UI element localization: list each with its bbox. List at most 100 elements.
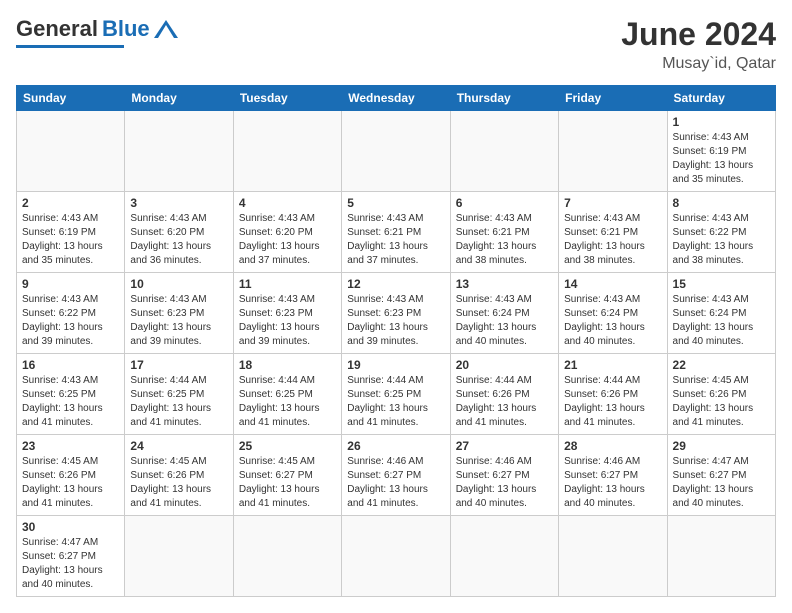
logo-general: General — [16, 16, 98, 42]
calendar-cell: 29 Sunrise: 4:47 AM Sunset: 6:27 PM Dayli… — [667, 435, 775, 516]
day-info: Sunrise: 4:46 AM Sunset: 6:27 PM Dayligh… — [347, 455, 444, 511]
day-info: Sunrise: 4:43 AM Sunset: 6:24 PM Dayligh… — [564, 293, 661, 349]
week-row-5: 23 Sunrise: 4:45 AM Sunset: 6:26 PM Dayli… — [17, 435, 776, 516]
day-number: 20 — [456, 358, 553, 372]
calendar-cell: 8Sunrise: 4:43 AM Sunset: 6:22 PM Daylig… — [667, 192, 775, 273]
calendar-cell: 2 Sunrise: 4:43 AM Sunset: 6:19 PM Daylig… — [17, 192, 125, 273]
day-info: Sunrise: 4:46 AM Sunset: 6:27 PM Dayligh… — [564, 455, 661, 511]
day-info: Sunrise: 4:43 AM Sunset: 6:21 PM Dayligh… — [347, 212, 444, 268]
week-row-6: 30 Sunrise: 4:47 AM Sunset: 6:27 PM Dayli… — [17, 516, 776, 597]
calendar-cell — [125, 516, 233, 597]
day-number: 10 — [130, 277, 227, 291]
day-info: Sunrise: 4:43 AM Sunset: 6:21 PM Dayligh… — [456, 212, 553, 268]
calendar-cell — [342, 516, 450, 597]
calendar-cell: 13Sunrise: 4:43 AM Sunset: 6:24 PM Dayli… — [450, 273, 558, 354]
day-number: 22 — [673, 358, 770, 372]
day-info: Sunrise: 4:45 AM Sunset: 6:26 PM Dayligh… — [22, 455, 119, 511]
day-info: Sunrise: 4:45 AM Sunset: 6:27 PM Dayligh… — [239, 455, 336, 511]
calendar-cell: 5Sunrise: 4:43 AM Sunset: 6:21 PM Daylig… — [342, 192, 450, 273]
weekday-friday: Friday — [559, 86, 667, 111]
day-info: Sunrise: 4:43 AM Sunset: 6:24 PM Dayligh… — [456, 293, 553, 349]
week-row-4: 16 Sunrise: 4:43 AM Sunset: 6:25 PM Dayli… — [17, 354, 776, 435]
calendar-cell: 17Sunrise: 4:44 AM Sunset: 6:25 PM Dayli… — [125, 354, 233, 435]
day-number: 7 — [564, 196, 661, 210]
weekday-saturday: Saturday — [667, 86, 775, 111]
calendar-cell — [342, 111, 450, 192]
day-info: Sunrise: 4:43 AM Sunset: 6:19 PM Dayligh… — [673, 131, 770, 187]
day-number: 30 — [22, 520, 119, 534]
location-label: Musay`id, Qatar — [621, 55, 776, 73]
calendar-cell: 22 Sunrise: 4:45 AM Sunset: 6:26 PM Dayli… — [667, 354, 775, 435]
day-number: 6 — [456, 196, 553, 210]
day-number: 15 — [673, 277, 770, 291]
calendar-body: 1 Sunrise: 4:43 AM Sunset: 6:19 PM Daylig… — [17, 111, 776, 597]
week-row-2: 2 Sunrise: 4:43 AM Sunset: 6:19 PM Daylig… — [17, 192, 776, 273]
day-info: Sunrise: 4:47 AM Sunset: 6:27 PM Dayligh… — [673, 455, 770, 511]
day-info: Sunrise: 4:43 AM Sunset: 6:23 PM Dayligh… — [347, 293, 444, 349]
day-number: 4 — [239, 196, 336, 210]
calendar-cell: 10 Sunrise: 4:43 AM Sunset: 6:23 PM Dayli… — [125, 273, 233, 354]
day-info: Sunrise: 4:45 AM Sunset: 6:26 PM Dayligh… — [130, 455, 227, 511]
weekday-monday: Monday — [125, 86, 233, 111]
day-info: Sunrise: 4:43 AM Sunset: 6:22 PM Dayligh… — [673, 212, 770, 268]
day-info: Sunrise: 4:43 AM Sunset: 6:25 PM Dayligh… — [22, 374, 119, 430]
day-number: 18 — [239, 358, 336, 372]
day-info: Sunrise: 4:45 AM Sunset: 6:26 PM Dayligh… — [673, 374, 770, 430]
day-number: 29 — [673, 439, 770, 453]
calendar-cell: 23 Sunrise: 4:45 AM Sunset: 6:26 PM Dayli… — [17, 435, 125, 516]
calendar-cell — [17, 111, 125, 192]
day-info: Sunrise: 4:43 AM Sunset: 6:23 PM Dayligh… — [239, 293, 336, 349]
day-info: Sunrise: 4:44 AM Sunset: 6:26 PM Dayligh… — [564, 374, 661, 430]
calendar-cell: 4 Sunrise: 4:43 AM Sunset: 6:20 PM Daylig… — [233, 192, 341, 273]
day-info: Sunrise: 4:44 AM Sunset: 6:25 PM Dayligh… — [239, 374, 336, 430]
day-number: 23 — [22, 439, 119, 453]
day-info: Sunrise: 4:44 AM Sunset: 6:26 PM Dayligh… — [456, 374, 553, 430]
calendar-cell — [559, 111, 667, 192]
day-info: Sunrise: 4:44 AM Sunset: 6:25 PM Dayligh… — [130, 374, 227, 430]
calendar-cell: 30 Sunrise: 4:47 AM Sunset: 6:27 PM Dayli… — [17, 516, 125, 597]
weekday-header-row: SundayMondayTuesdayWednesdayThursdayFrid… — [17, 86, 776, 111]
calendar-cell — [667, 516, 775, 597]
day-number: 14 — [564, 277, 661, 291]
week-row-1: 1 Sunrise: 4:43 AM Sunset: 6:19 PM Daylig… — [17, 111, 776, 192]
day-info: Sunrise: 4:43 AM Sunset: 6:22 PM Dayligh… — [22, 293, 119, 349]
calendar-cell: 6 Sunrise: 4:43 AM Sunset: 6:21 PM Daylig… — [450, 192, 558, 273]
calendar-cell: 1 Sunrise: 4:43 AM Sunset: 6:19 PM Daylig… — [667, 111, 775, 192]
logo: General Blue — [16, 16, 178, 48]
day-number: 2 — [22, 196, 119, 210]
calendar-cell: 15 Sunrise: 4:43 AM Sunset: 6:24 PM Dayli… — [667, 273, 775, 354]
month-year-label: June 2024 — [621, 16, 776, 53]
calendar-cell: 25Sunrise: 4:45 AM Sunset: 6:27 PM Dayli… — [233, 435, 341, 516]
day-number: 28 — [564, 439, 661, 453]
calendar-cell: 19 Sunrise: 4:44 AM Sunset: 6:25 PM Dayli… — [342, 354, 450, 435]
day-info: Sunrise: 4:43 AM Sunset: 6:20 PM Dayligh… — [239, 212, 336, 268]
calendar-cell: 9 Sunrise: 4:43 AM Sunset: 6:22 PM Daylig… — [17, 273, 125, 354]
day-info: Sunrise: 4:46 AM Sunset: 6:27 PM Dayligh… — [456, 455, 553, 511]
calendar-cell: 3Sunrise: 4:43 AM Sunset: 6:20 PM Daylig… — [125, 192, 233, 273]
calendar-cell — [233, 516, 341, 597]
weekday-tuesday: Tuesday — [233, 86, 341, 111]
day-number: 24 — [130, 439, 227, 453]
day-info: Sunrise: 4:43 AM Sunset: 6:20 PM Dayligh… — [130, 212, 227, 268]
day-info: Sunrise: 4:47 AM Sunset: 6:27 PM Dayligh… — [22, 536, 119, 592]
day-info: Sunrise: 4:44 AM Sunset: 6:25 PM Dayligh… — [347, 374, 444, 430]
calendar-cell: 28 Sunrise: 4:46 AM Sunset: 6:27 PM Dayli… — [559, 435, 667, 516]
calendar-cell: 14 Sunrise: 4:43 AM Sunset: 6:24 PM Dayli… — [559, 273, 667, 354]
day-info: Sunrise: 4:43 AM Sunset: 6:23 PM Dayligh… — [130, 293, 227, 349]
day-number: 21 — [564, 358, 661, 372]
day-number: 1 — [673, 115, 770, 129]
day-info: Sunrise: 4:43 AM Sunset: 6:19 PM Dayligh… — [22, 212, 119, 268]
calendar-cell — [233, 111, 341, 192]
weekday-wednesday: Wednesday — [342, 86, 450, 111]
calendar-cell: 7 Sunrise: 4:43 AM Sunset: 6:21 PM Daylig… — [559, 192, 667, 273]
weekday-thursday: Thursday — [450, 86, 558, 111]
day-number: 16 — [22, 358, 119, 372]
day-info: Sunrise: 4:43 AM Sunset: 6:24 PM Dayligh… — [673, 293, 770, 349]
logo-triangle-icon — [154, 20, 178, 38]
day-number: 26 — [347, 439, 444, 453]
day-number: 9 — [22, 277, 119, 291]
calendar-cell: 26 Sunrise: 4:46 AM Sunset: 6:27 PM Dayli… — [342, 435, 450, 516]
calendar-title: June 2024 Musay`id, Qatar — [621, 16, 776, 73]
day-info: Sunrise: 4:43 AM Sunset: 6:21 PM Dayligh… — [564, 212, 661, 268]
day-number: 19 — [347, 358, 444, 372]
